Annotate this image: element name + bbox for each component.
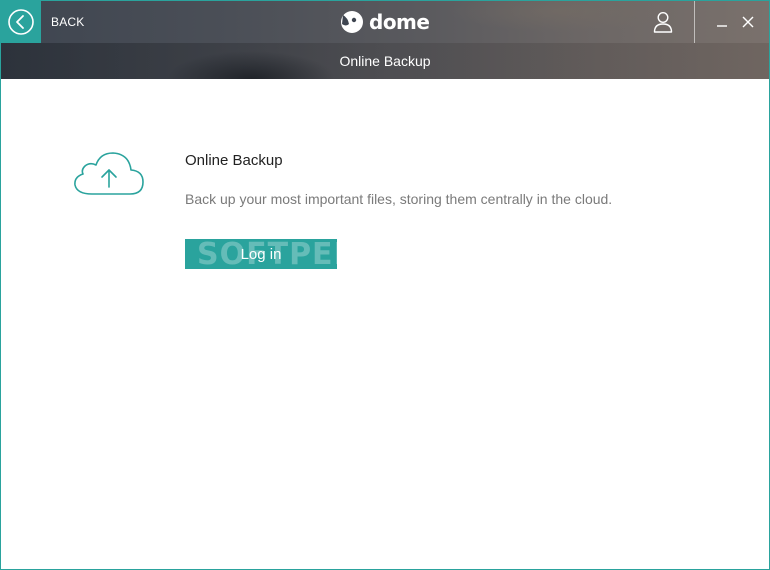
section-title: Online Backup [185, 152, 283, 169]
section-description: Back up your most important files, stori… [185, 191, 613, 207]
page-subtitle: Online Backup [339, 53, 431, 69]
user-account-button[interactable] [649, 9, 677, 35]
logo-text: dome [369, 10, 430, 34]
user-icon [653, 11, 673, 33]
titlebar-divider [694, 1, 695, 43]
login-button[interactable]: Log in [185, 239, 337, 269]
close-icon [742, 16, 754, 28]
chevron-left-icon [8, 9, 34, 35]
app-window: BACK dome Online Backup Online Backup Ba… [0, 0, 770, 570]
panda-logo-icon [341, 11, 363, 33]
close-button[interactable] [737, 11, 759, 33]
minimize-icon [717, 25, 727, 27]
cloud-upload-icon [74, 152, 144, 195]
back-label[interactable]: BACK [51, 15, 84, 29]
back-button[interactable] [1, 1, 41, 43]
dome-logo: dome [339, 7, 430, 37]
minimize-button[interactable] [711, 11, 733, 33]
